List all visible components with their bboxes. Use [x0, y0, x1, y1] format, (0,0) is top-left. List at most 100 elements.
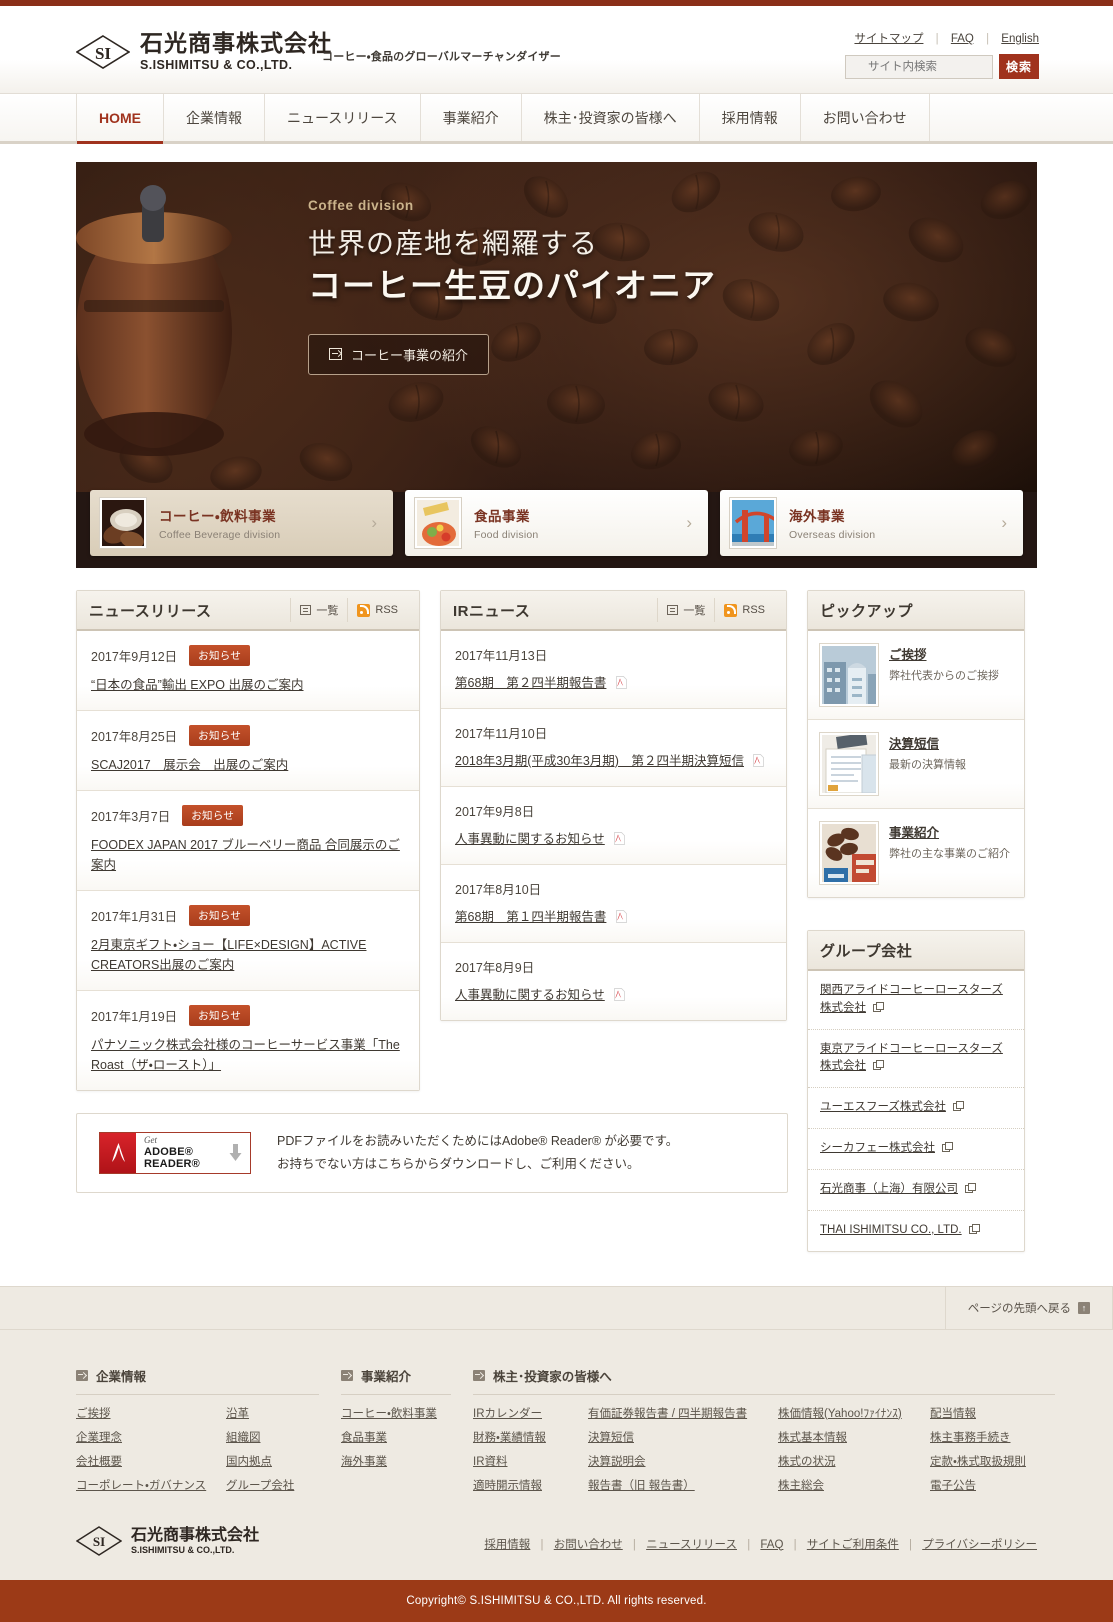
footer-link[interactable]: ご挨拶 — [76, 1406, 226, 1423]
rss-icon — [724, 603, 738, 617]
group-company-link[interactable]: THAI ISHIMITSU CO., LTD. — [808, 1211, 1024, 1251]
nav-item-recruit[interactable]: 採用情報 — [700, 94, 801, 141]
ir-title-link[interactable]: 人事異動に関するお知らせ — [455, 988, 605, 1002]
english-link[interactable]: English — [1001, 33, 1039, 45]
footer-link[interactable]: 国内拠点 — [226, 1454, 341, 1471]
division-card-list: コーヒー・飲料事業 Coffee Beverage division › 食品事… — [76, 490, 1037, 556]
news-title-link[interactable]: SCAJ2017 展示会 出展のご案内 — [91, 755, 405, 775]
footer-link[interactable]: コーヒー・飲料事業 — [341, 1406, 473, 1423]
search-input[interactable] — [845, 54, 993, 79]
nav-item-news[interactable]: ニュースリリース — [265, 94, 421, 141]
footer-link[interactable]: 株主事務手続き — [930, 1430, 1055, 1447]
ir-title-link[interactable]: 人事異動に関するお知らせ — [455, 832, 605, 846]
hero-cta-button[interactable]: コーヒー事業の紹介 — [308, 333, 490, 375]
ir-title-link[interactable]: 第68期 第２四半期報告書 — [455, 676, 606, 690]
footer-link[interactable]: 決算短信 — [588, 1430, 778, 1447]
pickup-item-business[interactable]: 事業紹介 弊社の主な事業のご紹介 — [808, 809, 1024, 897]
get-adobe-reader-badge[interactable]: Get ADOBE® READER® — [99, 1132, 251, 1175]
external-link-icon — [965, 1182, 977, 1193]
pickup-item-greeting[interactable]: ご挨拶 弊社代表からのご挨拶 — [808, 631, 1024, 720]
footer-link[interactable]: 適時開示情報 — [473, 1478, 588, 1495]
hero-headline-line1: 世界の産地を網羅する — [308, 228, 599, 259]
footer-link[interactable]: 財務・業績情報 — [473, 1430, 588, 1447]
pdf-icon — [616, 676, 627, 689]
nav-item-investors[interactable]: 株主･投資家の皆様へ — [522, 94, 700, 141]
footer-link[interactable]: 電子公告 — [930, 1478, 1055, 1495]
division-card-coffee[interactable]: コーヒー・飲料事業 Coffee Beverage division › — [90, 490, 393, 556]
footer-link[interactable]: IRカレンダー — [473, 1406, 588, 1423]
footer-link[interactable]: 沿革 — [226, 1406, 341, 1423]
footer-link[interactable]: 定款・株式取扱規則 — [930, 1454, 1055, 1471]
sitemap-link[interactable]: サイトマップ — [854, 33, 923, 45]
footer-link[interactable]: 有価証券報告書 / 四半期報告書 — [588, 1406, 778, 1423]
news-badge: お知らせ — [189, 725, 251, 746]
footer-link[interactable]: 組織図 — [226, 1430, 341, 1447]
footer-heading-business[interactable]: 事業紹介 — [341, 1366, 451, 1395]
site-logo[interactable]: SI 石光商事株式会社 S.ISHIMITSU & CO.,LTD. — [76, 32, 332, 72]
group-company-link[interactable]: 関西アライドコーヒーロースターズ株式会社 — [808, 971, 1024, 1030]
pickup-desc: 弊社代表からのご挨拶 — [889, 670, 999, 682]
footer-util-link-contact[interactable]: お問い合わせ — [554, 1539, 623, 1551]
back-to-top-button[interactable]: ページの先頭へ戻る ↑ — [944, 1286, 1113, 1329]
footer-logo[interactable]: SI 石光商事株式会社 S.ISHIMITSU & CO.,LTD. — [75, 1526, 259, 1556]
footer-link[interactable]: 株主総会 — [778, 1478, 930, 1495]
footer-link[interactable]: グループ会社 — [226, 1478, 341, 1495]
division-card-food[interactable]: 食品事業 Food division › — [405, 490, 708, 556]
nav-item-contact[interactable]: お問い合わせ — [801, 94, 930, 141]
news-date: 2017年1月31日 — [91, 910, 178, 924]
external-link-icon — [968, 1223, 980, 1234]
footer-util-link-recruit[interactable]: 採用情報 — [484, 1539, 530, 1551]
group-company-name: 関西アライドコーヒーロースターズ株式会社 — [820, 984, 1003, 1014]
ir-rss-button[interactable]: RSS — [714, 598, 774, 622]
nav-item-business[interactable]: 事業紹介 — [421, 94, 522, 141]
group-company-name: シーカフェー株式会社 — [820, 1142, 935, 1155]
footer-subcol: 株価情報(Yahoo!ﾌｧｲﾅﾝｽ) 株式基本情報 株式の状況 株主総会 — [778, 1406, 930, 1496]
nav-item-company[interactable]: 企業情報 — [164, 94, 265, 141]
group-company-link[interactable]: 東京アライドコーヒーロースターズ株式会社 — [808, 1030, 1024, 1089]
footer-util-link-privacy[interactable]: プライバシーポリシー — [922, 1539, 1037, 1551]
footer-heading-company[interactable]: 企業情報 — [76, 1366, 319, 1395]
news-title-link[interactable]: 2月東京ギフト・ショー【LIFE×DESIGN】ACTIVE CREATORS出… — [91, 935, 405, 975]
ir-date: 2017年8月10日 — [455, 883, 542, 897]
footer-link[interactable]: 株式基本情報 — [778, 1430, 930, 1447]
search-submit-button[interactable]: 検索 — [999, 54, 1039, 79]
footer-heading-investors[interactable]: 株主･投資家の皆様へ — [473, 1366, 1055, 1395]
footer-link[interactable]: 株式の状況 — [778, 1454, 930, 1471]
nav-item-home[interactable]: HOME — [76, 94, 164, 144]
news-list-button[interactable]: 一覧 — [290, 598, 347, 622]
group-company-link[interactable]: 石光商事（上海）有限公司 — [808, 1170, 1024, 1211]
footer-link[interactable]: 会社概要 — [76, 1454, 226, 1471]
news-meta: 2017年9月12日 お知らせ — [91, 645, 405, 666]
footer-link[interactable]: 企業理念 — [76, 1430, 226, 1447]
external-link-icon — [873, 1001, 885, 1012]
external-link-icon — [953, 1101, 965, 1112]
group-company-link[interactable]: シーカフェー株式会社 — [808, 1129, 1024, 1170]
news-title-link[interactable]: “日本の食品”輸出 EXPO 出展のご案内 — [91, 675, 405, 695]
footer-link[interactable]: コーポレート・ガバナンス — [76, 1478, 226, 1495]
pickup-item-financial[interactable]: 決算短信 最新の決算情報 — [808, 720, 1024, 809]
ir-title-link[interactable]: 第68期 第１四半期報告書 — [455, 910, 606, 924]
footer-link[interactable]: 決算説明会 — [588, 1454, 778, 1471]
news-rss-button[interactable]: RSS — [347, 598, 407, 622]
ir-list-button[interactable]: 一覧 — [657, 598, 714, 622]
news-badge: お知らせ — [189, 1005, 251, 1026]
footer-section-business: 事業紹介 コーヒー・飲料事業 食品事業 海外事業 — [341, 1366, 473, 1496]
footer-link[interactable]: IR資料 — [473, 1454, 588, 1471]
news-title-link[interactable]: パナソニック株式会社様のコーヒーサービス事業「The Roast（ザ・ロースト）… — [91, 1035, 405, 1075]
news-title-link[interactable]: FOODEX JAPAN 2017 ブルーベリー商品 合同展示のご案内 — [91, 835, 405, 875]
footer-link[interactable]: 報告書（旧 報告書） — [588, 1478, 778, 1495]
footer-util-link-terms[interactable]: サイトご利用条件 — [807, 1539, 899, 1551]
group-panel-title: グループ会社 — [820, 942, 913, 960]
footer-link[interactable]: 株価情報(Yahoo!ﾌｧｲﾅﾝｽ) — [778, 1406, 930, 1423]
footer-link[interactable]: 配当情報 — [930, 1406, 1055, 1423]
division-card-overseas[interactable]: 海外事業 Overseas division › — [720, 490, 1023, 556]
ir-title-link[interactable]: 2018年3月期(平成30年3月期) 第２四半期決算短信 — [455, 754, 744, 768]
footer-link[interactable]: 海外事業 — [341, 1454, 473, 1471]
faq-link[interactable]: FAQ — [951, 33, 974, 45]
footer-util-link-news[interactable]: ニュースリリース — [646, 1539, 737, 1551]
group-company-link[interactable]: ユーエスフーズ株式会社 — [808, 1088, 1024, 1130]
hero-image-area: Coffee division 世界の産地を網羅する コーヒー生豆のパイオニア … — [76, 162, 1037, 492]
footer-link[interactable]: 食品事業 — [341, 1430, 473, 1447]
footer-util-link-faq[interactable]: FAQ — [760, 1539, 783, 1551]
ir-meta: 2017年11月10日 — [455, 723, 772, 742]
